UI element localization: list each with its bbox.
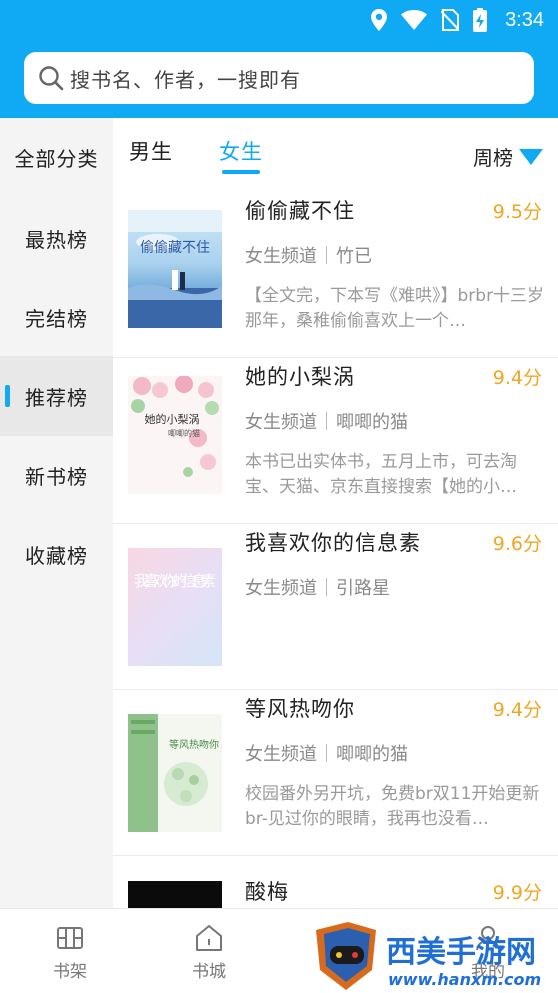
watermark-url: www.hanxm.com: [388, 970, 541, 989]
status-time: 3:34: [505, 8, 544, 31]
book-score: 9.4分: [492, 367, 542, 389]
book-description: 校园番外另开坑，免费br双11开始更新br-见过你的眼睛，我再也没看…: [245, 784, 540, 829]
location-icon: [371, 9, 388, 31]
tab-female[interactable]: 女生: [219, 136, 263, 166]
period-label: 周榜: [473, 146, 513, 170]
book-author: 唧唧的猫: [336, 744, 408, 765]
sidebar-item-completed[interactable]: 完结榜: [0, 277, 113, 357]
nav-label: 书架: [53, 962, 87, 982]
cover-text: 我喜欢你的信息素: [134, 572, 216, 590]
book-cover: 等风热吻你: [128, 714, 222, 832]
book-score: 9.9分: [492, 882, 542, 904]
book-channel: 女生频道: [245, 578, 317, 599]
book-title: 她的小梨涡: [245, 365, 355, 389]
book-author: 引路星: [336, 578, 390, 599]
book-meta: 女生频道 竹已: [245, 242, 372, 268]
sidebar-item-favorites[interactable]: 收藏榜: [0, 514, 113, 594]
cover-author-text: 唧唧的猫: [168, 428, 200, 438]
site-watermark: 西美手游网 www.hanxm.com: [312, 918, 558, 993]
status-icons: 3:34: [371, 6, 544, 34]
book-channel: 女生频道: [245, 412, 317, 433]
status-bar: 3:34: [0, 0, 558, 40]
book-cover: 我喜欢你的信息素: [128, 548, 222, 666]
book-meta: 女生频道 引路星: [245, 574, 390, 600]
book-description: 本书已出实体书，五月上市，可去淘宝、天猫、京东直接搜索【她的小…: [245, 452, 517, 497]
cover-text: 她的小梨涡: [145, 412, 200, 426]
book-author: 唧唧的猫: [336, 412, 408, 433]
book-score: 9.5分: [492, 201, 542, 223]
book-score: 9.6分: [492, 533, 542, 555]
sidebar-item-recommended[interactable]: 推荐榜: [0, 356, 113, 436]
nav-bookstore[interactable]: 书城: [174, 923, 244, 982]
nav-bookshelf[interactable]: 书架: [35, 923, 105, 982]
meta-divider: [326, 578, 327, 596]
book-description: [245, 616, 545, 666]
book-channel: 女生频道: [245, 246, 317, 267]
nav-label: 书城: [192, 962, 226, 982]
bookshelf-icon: [57, 927, 83, 949]
app-header: 3:34 搜书名、作者，一搜即有: [0, 0, 558, 118]
watermark-text: 西美手游网: [386, 935, 536, 970]
book-item[interactable]: 我喜欢你的信息素 我喜欢你的信息素 9.6分 女生频道 引路星: [113, 524, 558, 690]
book-item[interactable]: 她的小梨涡 唧唧的猫 她的小梨涡 9.4分 女生频道 唧唧的猫 本书已出实体书，…: [113, 358, 558, 524]
period-selector[interactable]: 周榜: [473, 142, 543, 171]
book-title: 偷偷藏不住: [245, 199, 355, 223]
cover-text: 等风热吻你: [169, 738, 219, 751]
battery-charging-icon: [473, 8, 488, 32]
book-channel: 女生频道: [245, 744, 317, 765]
triangle-down-icon: [519, 148, 543, 165]
book-title: 我喜欢你的信息素: [245, 531, 421, 555]
book-cover: 她的小梨涡 唧唧的猫: [128, 376, 222, 494]
search-icon: [39, 66, 64, 91]
tab-male[interactable]: 男生: [129, 136, 173, 166]
book-title: 酸梅: [245, 880, 289, 904]
book-description: 【全文完，下本写《难哄》】brbr十三岁那年，桑稚偷偷喜欢上一个…: [245, 286, 545, 331]
home-icon: [196, 925, 222, 951]
meta-divider: [326, 744, 327, 762]
meta-divider: [326, 246, 327, 264]
book-item[interactable]: 等风热吻你 等风热吻你 9.4分 女生频道 唧唧的猫 校园番外另开坑，免费br双…: [113, 690, 558, 856]
search-bar[interactable]: 搜书名、作者，一搜即有: [24, 52, 534, 104]
book-meta: 女生频道 唧唧的猫: [245, 740, 408, 766]
book-meta: 女生频道 唧唧的猫: [245, 408, 408, 434]
meta-divider: [326, 412, 327, 430]
book-score: 9.4分: [492, 699, 542, 721]
book-cover: 偷偷藏不住: [128, 210, 222, 328]
active-tab-indicator: [222, 170, 260, 174]
cover-text: 偷偷藏不住: [140, 240, 210, 256]
book-title: 等风热吻你: [245, 697, 355, 721]
book-author: 竹已: [336, 246, 372, 267]
wifi-icon: [401, 10, 428, 30]
sidebar-item-new[interactable]: 新书榜: [0, 435, 113, 515]
no-sim-icon: [441, 9, 460, 31]
book-item[interactable]: 偷偷藏不住 偷偷藏不住 9.5分 女生频道 竹已 【全文完，下本写《难哄》】br…: [113, 192, 558, 358]
sidebar-item-hottest[interactable]: 最热榜: [0, 198, 113, 278]
all-categories-button[interactable]: 全部分类: [0, 143, 113, 172]
search-input[interactable]: 搜书名、作者，一搜即有: [70, 64, 301, 93]
